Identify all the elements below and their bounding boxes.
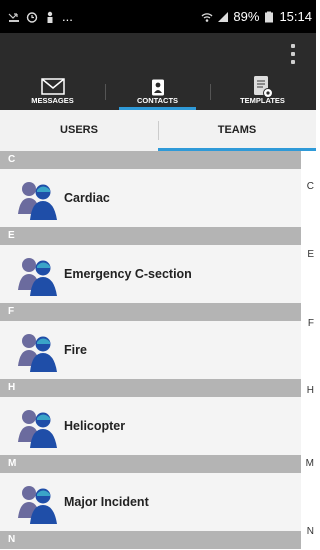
alphabet-index-bar[interactable]: C E F H M N [301,151,316,550]
signal-icon [218,11,229,22]
status-more-text: ... [62,9,73,24]
tab-templates-label: TEMPLATES [240,96,285,105]
team-name: Fire [64,343,87,357]
tab-contacts[interactable]: CONTACTS [105,74,210,110]
team-avatar-icon [18,334,57,372]
envelope-icon [40,78,65,95]
main-tab-bar: MESSAGES CONTACTS TEMPLATES [0,74,316,110]
wifi-icon [201,12,213,22]
index-letter[interactable]: C [307,181,314,192]
missed-call-icon [8,12,19,22]
section-header: E [0,227,301,245]
section-header: M [0,455,301,473]
person-status-icon [47,11,53,23]
index-letter[interactable]: H [307,385,314,396]
action-bar [0,33,316,74]
team-avatar-icon [18,410,57,448]
overflow-menu-icon[interactable] [291,44,297,64]
tab-contacts-label: CONTACTS [136,96,179,105]
tab-messages[interactable]: MESSAGES [0,74,105,110]
index-letter[interactable]: N [307,526,314,537]
tab-messages-label: MESSAGES [31,96,74,105]
index-letter[interactable]: F [308,318,314,329]
section-header: H [0,379,301,397]
team-avatar-icon [18,258,57,296]
list-item[interactable]: Fire [0,321,301,379]
team-avatar-icon [18,486,57,524]
battery-percent: 89% [233,9,260,24]
status-time: 15:14 [279,9,312,24]
contact-card-icon [151,79,164,96]
team-name: Major Incident [64,495,149,509]
list-item[interactable]: Cardiac [0,169,301,227]
list-item[interactable]: Emergency C-section [0,245,301,303]
status-bar: ... 89% 15:14 [0,0,316,33]
list-item[interactable]: Major Incident [0,473,301,531]
team-avatar-icon [18,182,57,220]
team-name: Emergency C-section [64,267,192,281]
section-header: F [0,303,301,321]
team-name: Cardiac [64,191,110,205]
section-header: C [0,151,301,169]
section-header: N [0,531,301,549]
tab-users[interactable]: USERS [0,110,158,151]
alarm-icon [26,11,38,23]
team-name: Helicopter [64,419,126,433]
tab-templates[interactable]: TEMPLATES [210,74,315,110]
index-letter[interactable]: M [306,458,314,469]
team-list: C Cardiac E Emergency C-section F Fire H [0,151,301,549]
battery-icon [265,11,274,22]
list-item[interactable]: Helicopter [0,397,301,455]
index-letter[interactable]: E [307,249,314,260]
sub-tab-bar: USERS TEAMS [0,110,316,151]
tab-teams[interactable]: TEAMS [158,110,316,151]
